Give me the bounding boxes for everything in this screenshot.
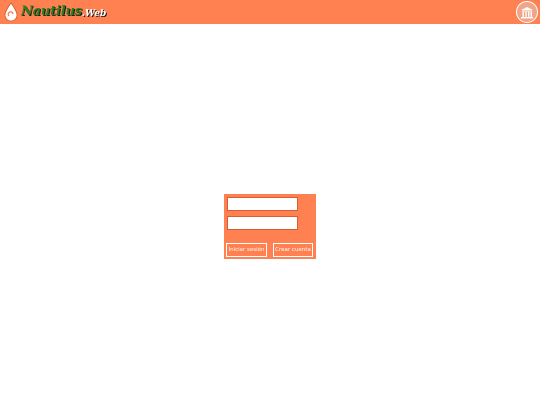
username-field[interactable] — [227, 197, 298, 211]
logo-text: Nautilus — [21, 4, 82, 19]
login-button[interactable]: Iniciar sesión — [226, 243, 267, 257]
login-panel: Iniciar sesión Crear cuenta — [224, 194, 316, 259]
logo-suffix: .Web — [81, 9, 107, 19]
nautilus-drop-icon — [4, 2, 18, 22]
password-field[interactable] — [227, 216, 298, 230]
top-bar: Nautilus .Web — [0, 0, 540, 24]
create-account-button[interactable]: Crear cuenta — [273, 243, 313, 257]
building-icon — [521, 6, 533, 18]
logo[interactable]: Nautilus .Web — [3, 2, 106, 22]
building-button[interactable] — [516, 1, 538, 23]
